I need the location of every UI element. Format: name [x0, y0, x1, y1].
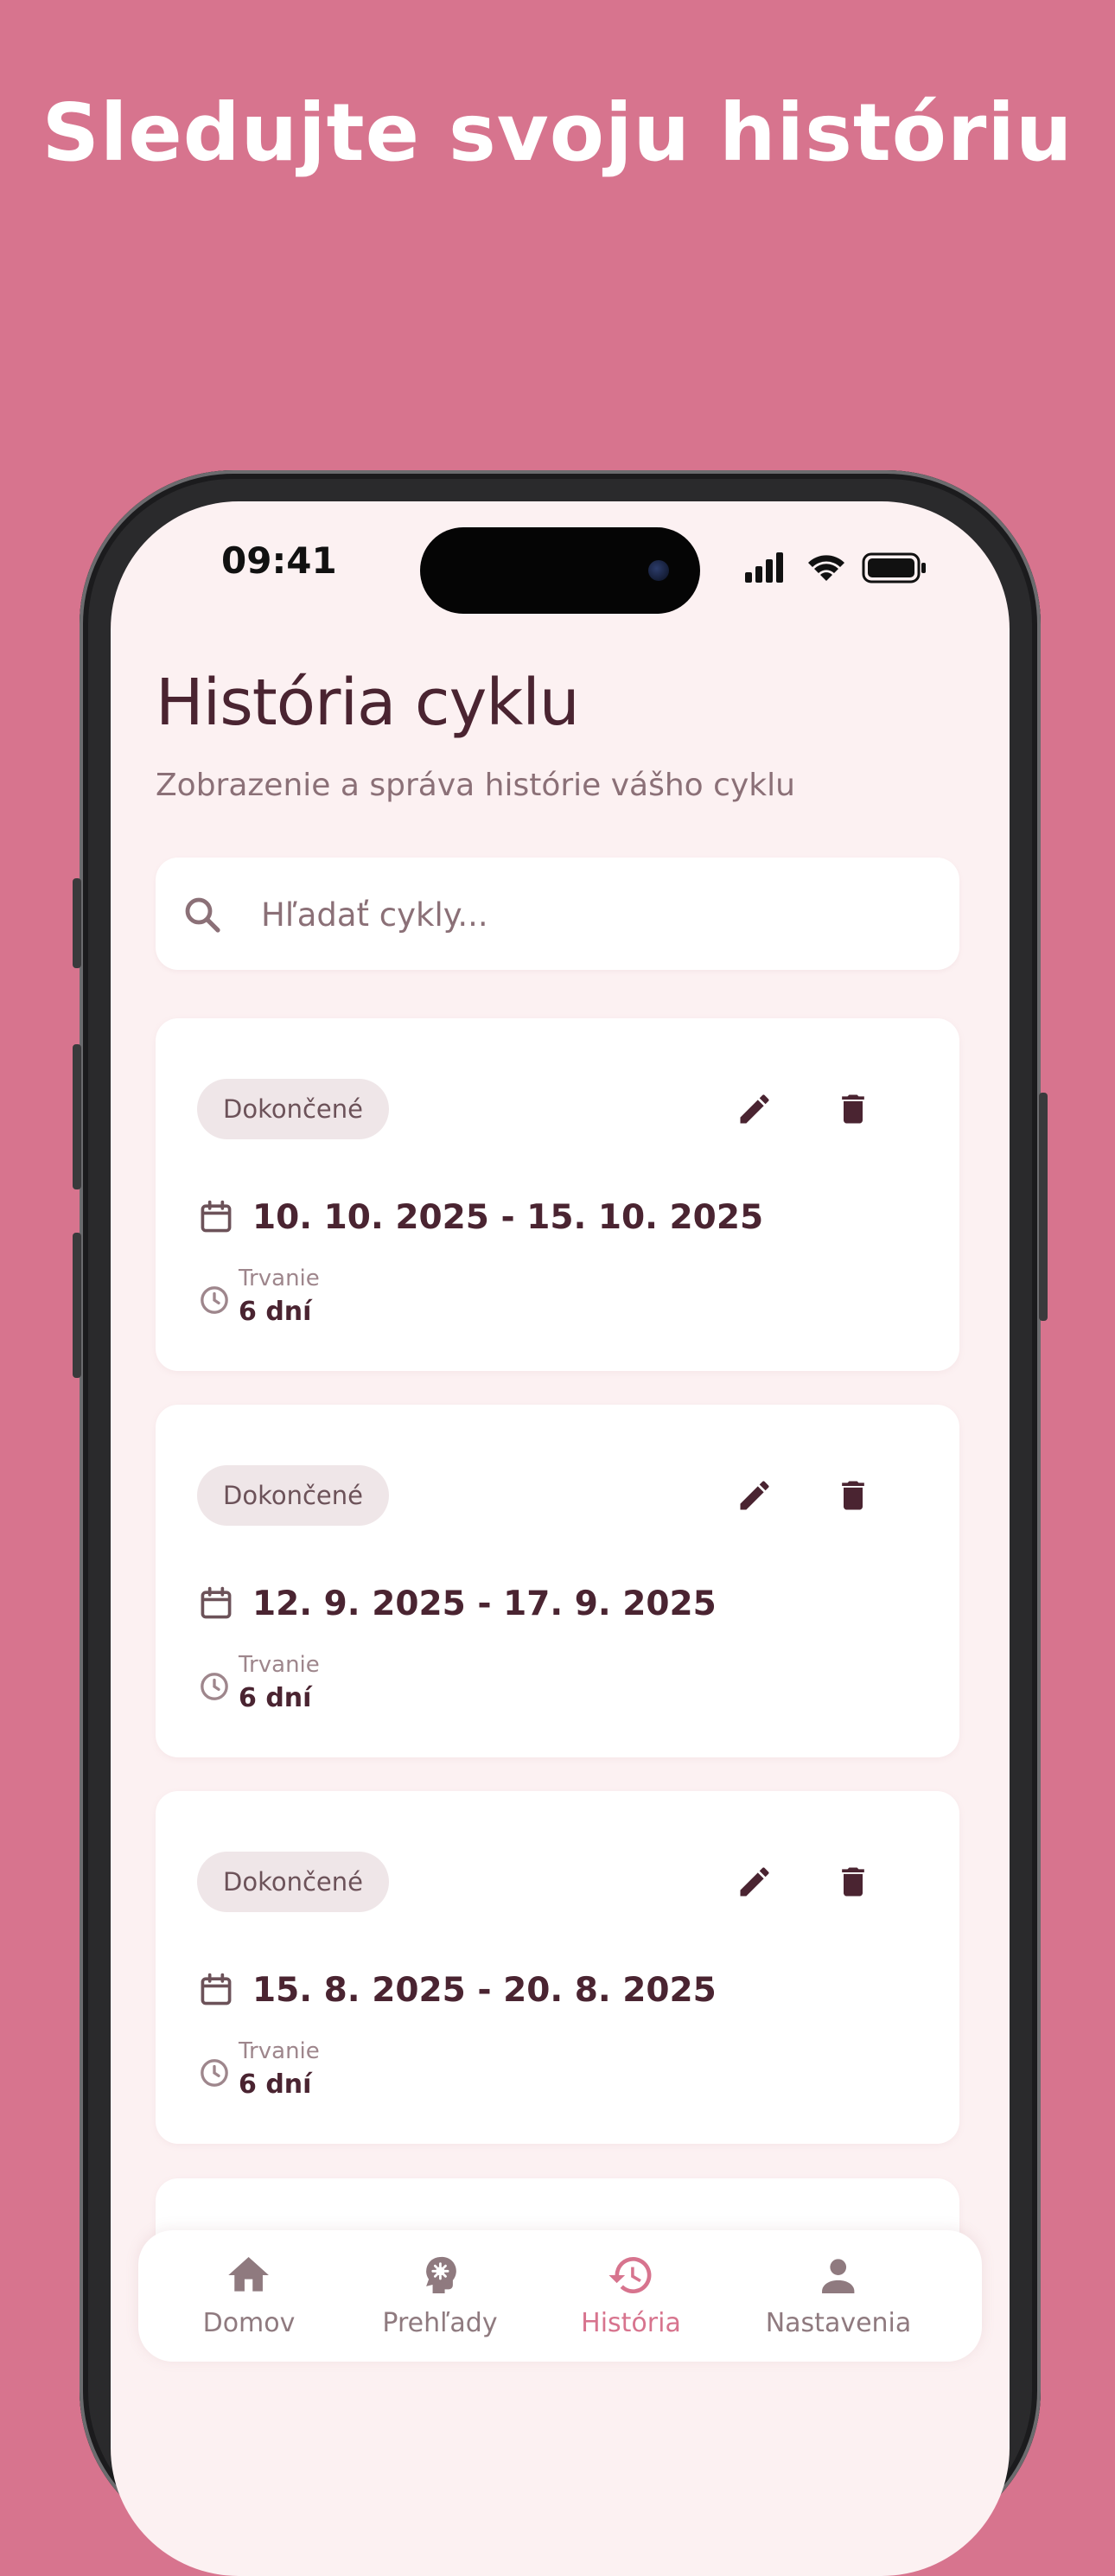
- action-button: [73, 878, 81, 968]
- bottom-nav: Domov Prehľady História Nastavenia: [138, 2230, 982, 2362]
- power-button: [1039, 1093, 1048, 1321]
- delete-button[interactable]: [825, 1853, 882, 1910]
- date-range: 10. 10. 2025 - 15. 10. 2025: [252, 1197, 764, 1237]
- duration-value: 6 dní: [239, 1297, 312, 1327]
- nav-item-insights[interactable]: Prehľady: [382, 2251, 498, 2346]
- clock-icon: [201, 1673, 228, 1700]
- status-badge: Dokončené: [197, 1079, 389, 1139]
- date-range: 12. 9. 2025 - 17. 9. 2025: [252, 1584, 717, 1623]
- search-icon: [185, 897, 220, 933]
- nav-label: Domov: [202, 2308, 296, 2338]
- signal-icon: [745, 552, 783, 583]
- nav-label: Nastavenia: [765, 2308, 912, 2338]
- battery-icon: [862, 552, 926, 583]
- date-range-row: 15. 8. 2025 - 20. 8. 2025: [197, 1964, 717, 2016]
- cycle-card: Dokončené 15. 8. 2025 - 20. 8. 2025 Trva…: [156, 1791, 959, 2144]
- status-icons: [745, 552, 926, 583]
- delete-button[interactable]: [825, 1081, 882, 1138]
- clock-icon: [201, 2059, 228, 2087]
- status-badge: Dokončené: [197, 1852, 389, 1912]
- trash-icon: [842, 1094, 864, 1124]
- calendar-icon: [201, 1973, 232, 2005]
- pencil-icon: [740, 1481, 769, 1510]
- search-input[interactable]: [259, 883, 937, 946]
- nav-label: Prehľady: [382, 2308, 498, 2338]
- trash-icon: [842, 1481, 864, 1510]
- status-time: 09:41: [221, 539, 337, 582]
- edit-button[interactable]: [726, 1853, 783, 1910]
- duration-value: 6 dní: [239, 2069, 312, 2100]
- wifi-icon: [808, 555, 844, 581]
- app-screen: 09:41 História cyklu Zobrazenie a správa…: [111, 501, 1010, 2576]
- calendar-icon: [201, 1586, 232, 1619]
- cycle-card: Dokončené 12. 9. 2025 - 17. 9. 2025 Trva…: [156, 1405, 959, 1757]
- status-bar: 09:41: [111, 501, 1010, 631]
- clock-icon: [201, 1286, 228, 1314]
- phone-frame: 09:41 História cyklu Zobrazenie a správa…: [73, 470, 1048, 2576]
- home-icon: [228, 2257, 270, 2292]
- date-range-row: 12. 9. 2025 - 17. 9. 2025: [197, 1578, 717, 1629]
- promo-headline: Sledujte svoju históriu: [41, 86, 1074, 179]
- search-bar[interactable]: [156, 858, 959, 970]
- status-badge: Dokončené: [197, 1465, 389, 1526]
- volume-down-button: [73, 1233, 81, 1378]
- page-title: História cyklu: [156, 666, 580, 740]
- nav-label: História: [581, 2308, 681, 2338]
- pencil-icon: [740, 1867, 769, 1897]
- page-subtitle: Zobrazenie a správa histórie vášho cyklu: [156, 768, 795, 803]
- duration-value: 6 dní: [239, 1683, 312, 1713]
- edit-button[interactable]: [726, 1081, 783, 1138]
- nav-item-home[interactable]: Domov: [202, 2251, 296, 2346]
- history-icon: [608, 2257, 652, 2293]
- delete-button[interactable]: [825, 1467, 882, 1524]
- date-range: 15. 8. 2025 - 20. 8. 2025: [252, 1970, 717, 2010]
- duration-label: Trvanie: [239, 1652, 320, 1678]
- duration-label: Trvanie: [239, 1266, 320, 1291]
- nav-item-history[interactable]: História: [581, 2251, 681, 2346]
- cycle-card: Dokončené 10. 10. 2025 - 15. 10. 2025 Tr…: [156, 1018, 959, 1371]
- volume-up-button: [73, 1044, 81, 1189]
- camera-icon: [648, 560, 669, 581]
- edit-button[interactable]: [726, 1467, 783, 1524]
- duration-label: Trvanie: [239, 2038, 320, 2064]
- trash-icon: [842, 1867, 864, 1897]
- nav-item-settings[interactable]: Nastavenia: [765, 2251, 912, 2346]
- pencil-icon: [740, 1094, 769, 1124]
- insights-icon: [425, 2256, 456, 2293]
- dynamic-island: [420, 527, 700, 614]
- date-range-row: 10. 10. 2025 - 15. 10. 2025: [197, 1191, 763, 1243]
- person-icon: [822, 2259, 855, 2293]
- calendar-icon: [201, 1200, 232, 1233]
